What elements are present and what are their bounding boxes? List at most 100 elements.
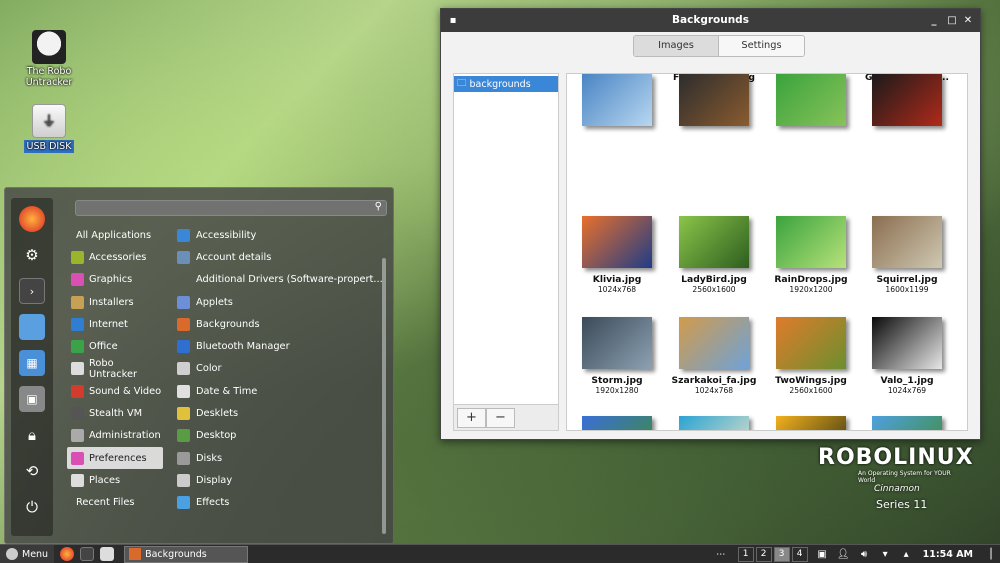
menu-category-item[interactable]: Installers: [67, 291, 163, 313]
logout-icon[interactable]: ⟲: [19, 458, 45, 484]
menu-category-item[interactable]: Stealth VM: [67, 402, 163, 424]
background-thumbnail[interactable]: alone.jpg1024x768: [859, 416, 955, 430]
folder-label: backgrounds: [469, 78, 531, 90]
thumbnail-dimensions: 2560x1600: [789, 386, 833, 395]
menu-category-item[interactable]: Places: [67, 469, 163, 491]
menu-app-item[interactable]: Desktop: [177, 425, 383, 447]
background-thumbnail[interactable]: Klivia.jpg 1024x768: [569, 216, 665, 294]
terminal-icon[interactable]: ›: [19, 278, 45, 304]
menu-category-item[interactable]: Sound & Video: [67, 380, 163, 402]
menu-category-label: Robo Untracker: [89, 357, 138, 380]
menu-app-label: Effects: [196, 497, 230, 509]
menu-category-item[interactable]: Accessories: [67, 246, 163, 268]
background-thumbnail[interactable]: YASHUA-wallpa...1920x1080: [666, 416, 762, 430]
background-thumbnail[interactable]: Storm.jpg 1920x1280: [569, 317, 665, 395]
menu-app-item[interactable]: Effects: [177, 492, 383, 514]
menu-app-item[interactable]: Display: [177, 469, 383, 491]
menu-app-item[interactable]: Applets: [177, 291, 383, 313]
menu-app-item[interactable]: Bluetooth Manager: [177, 335, 383, 357]
background-thumbnail[interactable]: [763, 74, 859, 132]
show-desktop-icon[interactable]: ▕: [981, 548, 994, 561]
background-thumbnail[interactable]: Squirrel.jpg 1600x1199: [859, 216, 955, 294]
menu-category-item[interactable]: Graphics: [67, 269, 163, 291]
maximize-icon[interactable]: □: [946, 9, 958, 32]
files-folder-icon[interactable]: [19, 314, 45, 340]
watermark-edition: Cinnamon: [874, 484, 920, 494]
background-thumbnail[interactable]: [569, 74, 665, 132]
menu-app-item[interactable]: Backgrounds: [177, 313, 383, 335]
background-thumbnail[interactable]: Violet.jpg2048x1536: [569, 416, 665, 430]
menu-app-item[interactable]: Disks: [177, 447, 383, 469]
category-icon: [71, 362, 84, 376]
menu-category-item[interactable]: Preferences: [67, 446, 163, 470]
menu-category-item[interactable]: Internet: [67, 313, 163, 335]
remove-folder-button[interactable]: −: [486, 408, 515, 428]
workspace-button[interactable]: 2: [755, 546, 772, 562]
workspace-button[interactable]: 1: [737, 546, 754, 562]
background-thumbnail[interactable]: [859, 74, 955, 132]
tab-settings[interactable]: Settings: [719, 36, 804, 56]
screenshot-icon[interactable]: ▣: [19, 386, 45, 412]
category-icon: [71, 273, 84, 287]
background-thumbnail[interactable]: Szarkakoi_fa.jpg 1024x768: [666, 317, 762, 395]
thumbnail-dimensions: 2560x1600: [692, 285, 736, 294]
app-list-scrollbar[interactable]: [382, 258, 386, 534]
power-icon[interactable]: ⏻: [19, 494, 45, 520]
menu-app-item[interactable]: Desklets: [177, 402, 383, 424]
desktop-icon-robo-untracker[interactable]: The Robo Untracker: [20, 30, 78, 88]
files-launcher-icon[interactable]: [100, 547, 115, 561]
workspace-button[interactable]: 4: [791, 546, 808, 562]
add-folder-button[interactable]: +: [457, 408, 486, 428]
menu-app-item[interactable]: Account details: [177, 246, 383, 268]
menu-category-item[interactable]: All Applications: [67, 224, 163, 246]
firefox-icon[interactable]: [19, 206, 45, 232]
tab-images[interactable]: Images: [634, 36, 719, 56]
menu-app-item[interactable]: Date & Time: [177, 380, 383, 402]
menu-category-label: Preferences: [89, 452, 147, 464]
notifications-icon[interactable]: ▴: [900, 548, 913, 561]
firefox-launcher-icon[interactable]: [60, 547, 75, 561]
menu-app-item[interactable]: Accessibility: [177, 224, 383, 246]
folder-item-backgrounds[interactable]: 🗀 backgrounds: [454, 76, 558, 92]
screenshot-tray-icon[interactable]: ▣: [816, 548, 829, 561]
menu-category-item[interactable]: Recent Files: [67, 492, 163, 514]
background-thumbnail[interactable]: Valo_1.jpg 1024x769: [859, 317, 955, 395]
menu-category-label: Administration: [89, 430, 161, 442]
menu-app-item[interactable]: Color: [177, 358, 383, 380]
menu-app-item[interactable]: Additional Drivers (Software-propert...: [177, 269, 383, 291]
background-thumbnail[interactable]: [666, 74, 762, 132]
volume-icon[interactable]: 🔊︎: [858, 548, 871, 561]
thumbnail-dimensions: 1024x768: [597, 285, 637, 294]
close-icon[interactable]: ✕: [962, 9, 974, 32]
background-thumbnail-grid: Forrest.jpg1600x1199FreshFlower.jpg1600x…: [566, 73, 968, 431]
terminal-launcher-icon[interactable]: [80, 547, 95, 561]
workspace-button[interactable]: 3: [773, 546, 790, 562]
taskbar-item-backgrounds[interactable]: Backgrounds: [124, 545, 248, 563]
app-icon: [177, 407, 190, 421]
thumbnail-dimensions: 1024x768: [694, 386, 734, 395]
thumbnail-filename: Storm.jpg: [591, 375, 643, 386]
menu-category-item[interactable]: Office: [67, 335, 163, 357]
clock[interactable]: 11:54 AM: [923, 549, 973, 560]
desktop-icon-usb-disk[interactable]: ⏚ USB DISK: [20, 104, 78, 153]
thumbnail-filename: Klivia.jpg: [592, 274, 642, 285]
app-icon: [177, 340, 190, 354]
thumbnail-image: [776, 317, 846, 369]
settings-gear-icon[interactable]: ⚙: [19, 242, 45, 268]
background-thumbnail[interactable]: LadyBird.jpg 2560x1600: [666, 216, 762, 294]
menu-search-input[interactable]: ⚲: [75, 200, 387, 216]
lock-icon[interactable]: 🔒︎: [19, 422, 45, 448]
network-icon[interactable]: ▾: [879, 548, 892, 561]
menu-category-item[interactable]: Administration: [67, 425, 163, 447]
background-thumbnail[interactable]: RainDrops.jpg 1920x1200: [763, 216, 859, 294]
background-thumbnail[interactable]: YellowFlower.jpg2560x1600: [763, 416, 859, 430]
calculator-icon[interactable]: ▦: [19, 350, 45, 376]
window-titlebar[interactable]: ▪ Backgrounds _ □ ✕: [441, 9, 980, 32]
category-icon: [71, 473, 84, 487]
menu-category-item[interactable]: Robo Untracker: [67, 358, 163, 380]
minimize-icon[interactable]: _: [928, 9, 940, 32]
user-icon[interactable]: 👤︎: [837, 548, 850, 561]
window-menu-icon[interactable]: ▪: [447, 9, 459, 32]
menu-button[interactable]: Menu: [0, 544, 55, 563]
background-thumbnail[interactable]: TwoWings.jpg 2560x1600: [763, 317, 859, 395]
